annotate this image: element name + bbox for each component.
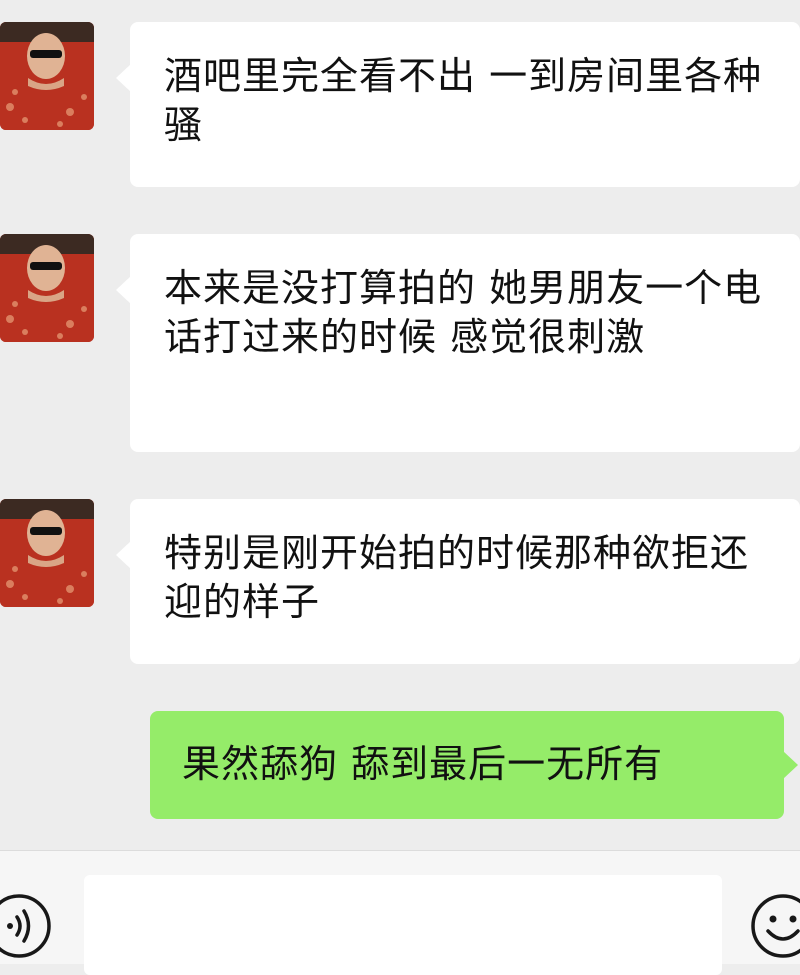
avatar[interactable]: [0, 499, 94, 607]
message-text: 特别是刚开始拍的时候那种欲拒还迎的样子: [164, 531, 750, 624]
message-input[interactable]: [84, 875, 722, 975]
message-bubble[interactable]: 本来是没打算拍的 她男朋友一个电话打过来的时候 感觉很刺激: [116, 234, 800, 452]
message-text: 酒吧里完全看不出 一到房间里各种骚: [164, 54, 763, 147]
emoji-icon[interactable]: [750, 893, 800, 959]
voice-icon[interactable]: [0, 893, 52, 959]
avatar[interactable]: [0, 234, 94, 342]
avatar[interactable]: [0, 22, 94, 130]
message-text: 本来是没打算拍的 她男朋友一个电话打过来的时候 感觉很刺激: [164, 266, 763, 359]
message-text: 果然舔狗 舔到最后一无所有: [182, 742, 664, 786]
input-bar: [0, 850, 800, 975]
message-bubble[interactable]: 酒吧里完全看不出 一到房间里各种骚: [116, 22, 800, 187]
message-bubble[interactable]: 特别是刚开始拍的时候那种欲拒还迎的样子: [116, 499, 800, 664]
message-bubble-outgoing[interactable]: 果然舔狗 舔到最后一无所有: [150, 711, 798, 819]
chat-history: 酒吧里完全看不出 一到房间里各种骚 本来是没打算拍的 她男朋友一个电话打过来的时…: [0, 0, 800, 850]
